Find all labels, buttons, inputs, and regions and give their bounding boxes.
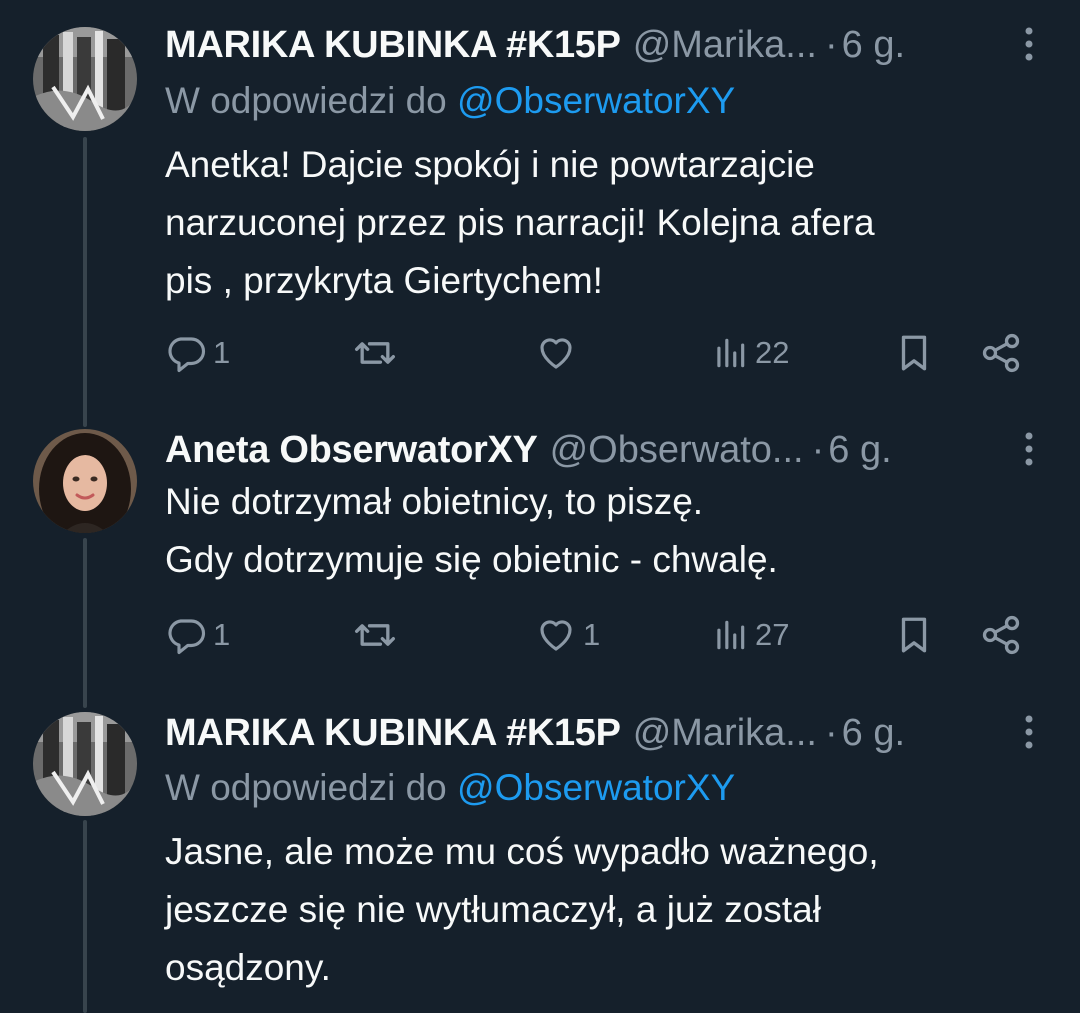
like-count: 1 [583,617,601,652]
reply-context: W odpowiedzi do @ObserwatorXY [165,80,735,122]
avatar[interactable] [33,429,137,533]
text-line: Gdy dotrzymuje się obietnic - chwalę. [165,539,778,580]
mention-link[interactable]: @ObserwatorXY [457,767,735,808]
author-handle[interactable]: @Obserwato... [550,429,804,472]
tweet-text: Nie dotrzymał obietnicy, to piszę. Gdy d… [165,473,1045,589]
reply-button[interactable]: 1 [165,328,230,378]
reply-count: 1 [213,335,231,370]
reply-icon [168,619,206,655]
retweet-button[interactable] [353,610,397,660]
bookmark-button[interactable] [893,328,935,378]
views-icon [717,338,745,368]
timestamp[interactable]: 6 g. [828,429,891,472]
photo-avatar-woman-icon [33,429,137,533]
views-count: 27 [755,617,790,652]
text-line: osądzony. [165,947,331,988]
reply-context: W odpowiedzi do @ObserwatorXY [165,767,735,809]
text-line: Nie dotrzymał obietnicy, to piszę. [165,481,704,522]
share-icon [982,333,1020,373]
reply-count: 1 [213,617,231,652]
text-line: Anetka! Dajcie spokój i nie powtarzajcie [165,144,815,185]
avatar[interactable] [33,27,137,131]
photo-avatar-grayscale-icon [33,27,137,131]
reply-prefix: W odpowiedzi do [165,767,447,808]
reply-icon [168,337,206,373]
author-name[interactable]: MARIKA KUBINKA #K15P [165,712,621,755]
text-line: jeszcze się nie wytłumaczył, a już zosta… [165,889,821,930]
tweet-header: Aneta ObserwatorXY @Obserwato... · 6 g. [165,425,1080,475]
action-bar: 1 22 [165,328,1035,378]
tweet[interactable]: MARIKA KUBINKA #K15P @Marika... · 6 g. W… [0,0,1080,410]
views-count: 22 [755,335,790,370]
more-icon[interactable] [1014,429,1044,469]
author-name[interactable]: MARIKA KUBINKA #K15P [165,24,621,67]
separator: · [824,23,838,66]
timestamp[interactable]: 6 g. [842,712,905,755]
share-icon [982,615,1020,655]
text-line: Jasne, ale może mu coś wypadło ważnego, [165,831,879,872]
avatar[interactable] [33,712,137,816]
text-line: pis , przykryta Giertychem! [165,260,603,301]
views-button[interactable]: 22 [711,328,789,378]
bookmark-icon [901,335,927,371]
heart-icon [540,338,572,369]
retweet-icon [355,624,395,646]
more-icon[interactable] [1014,712,1044,752]
reply-prefix: W odpowiedzi do [165,80,447,121]
tweet[interactable]: MARIKA KUBINKA #K15P @Marika... · 6 g. W… [0,700,1080,1013]
retweet-button[interactable] [353,328,397,378]
views-button[interactable]: 27 [711,610,789,660]
tweet-text: Anetka! Dajcie spokój i nie powtarzajcie… [165,136,1045,310]
heart-icon [540,620,572,651]
like-button[interactable] [535,328,577,378]
separator: · [824,711,838,754]
like-button[interactable]: 1 [535,610,600,660]
reply-button[interactable]: 1 [165,610,230,660]
bookmark-icon [901,617,927,653]
text-line: narzuconej przez pis narracji! Kolejna a… [165,202,875,243]
bookmark-button[interactable] [893,610,935,660]
tweet-header: MARIKA KUBINKA #K15P @Marika... · 6 g. [165,708,1080,758]
timestamp[interactable]: 6 g. [842,24,905,67]
more-icon[interactable] [1014,24,1044,64]
tweet-header: MARIKA KUBINKA #K15P @Marika... · 6 g. [165,20,1080,70]
author-name[interactable]: Aneta ObserwatorXY [165,429,538,472]
share-button[interactable] [979,610,1023,660]
action-bar: 1 1 27 [165,610,1035,660]
author-handle[interactable]: @Marika... [633,712,817,755]
retweet-icon [355,342,395,364]
photo-avatar-grayscale-icon [33,712,137,816]
separator: · [811,428,825,471]
tweet-text: Jasne, ale może mu coś wypadło ważnego, … [165,823,1045,997]
mention-link[interactable]: @ObserwatorXY [457,80,735,121]
share-button[interactable] [979,328,1023,378]
author-handle[interactable]: @Marika... [633,24,817,67]
views-icon [717,620,745,650]
tweet[interactable]: Aneta ObserwatorXY @Obserwato... · 6 g. … [0,410,1080,700]
